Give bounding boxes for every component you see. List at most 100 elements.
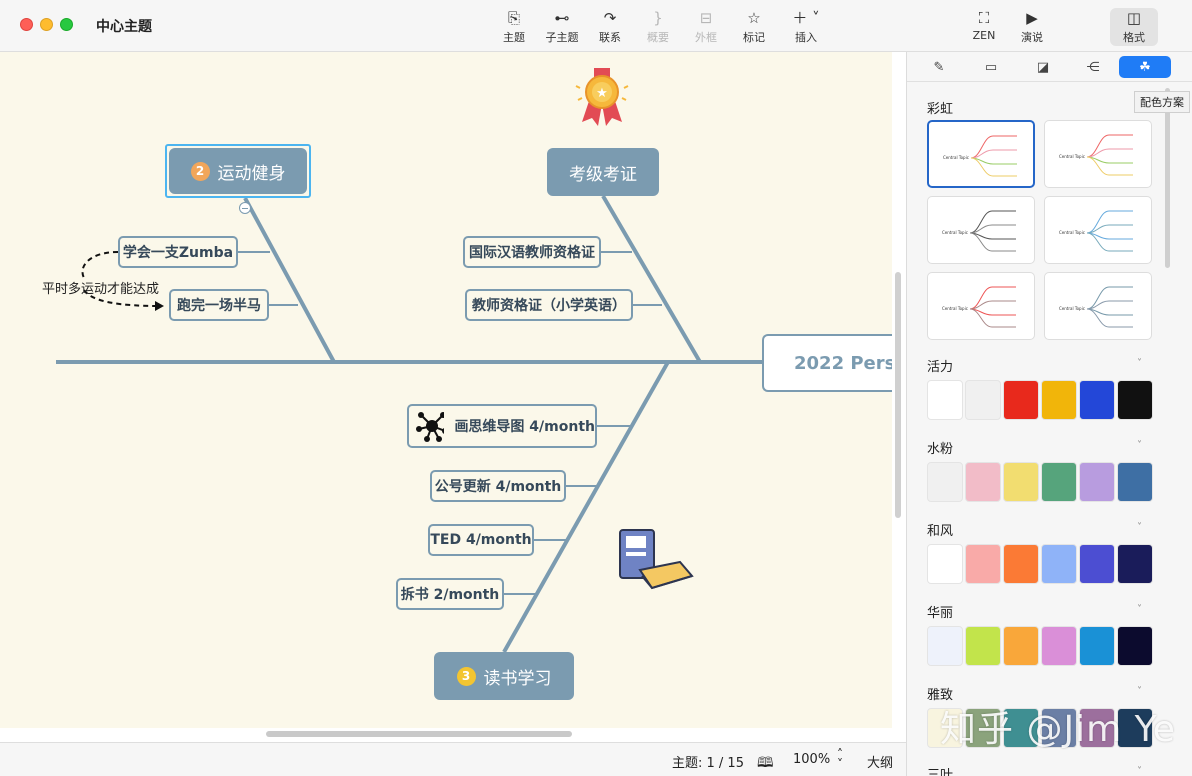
fishbone-lines: ★	[56, 68, 762, 653]
theme-preview	[1086, 134, 1133, 176]
subtopic-button[interactable]: ⊷ 子主题	[538, 8, 586, 46]
theme-card[interactable]: Central Topic	[1044, 272, 1152, 340]
topic-icon: ⎘	[507, 9, 520, 27]
relation-button[interactable]: ↷ 联系	[586, 8, 634, 46]
subtopic-zumba[interactable]: 学会一支Zumba	[118, 236, 238, 268]
summary-button[interactable]: } 概要	[634, 8, 682, 46]
tab-color-scheme[interactable]: ☘	[1119, 56, 1171, 78]
theme-preview-branch	[970, 135, 1017, 159]
mindmap-canvas[interactable]: ★ 2 运动健身 考级考证 3 读书学习 学会一支Zumba 跑完一场半马 平时…	[0, 52, 892, 728]
color-swatch[interactable]	[1079, 380, 1115, 420]
color-swatch[interactable]	[965, 380, 1001, 420]
chevron-down-icon[interactable]: ˅	[1137, 686, 1142, 697]
subtopic-ted[interactable]: TED 4/month	[428, 524, 534, 556]
play-icon: ▶	[1026, 9, 1038, 27]
theme-preview-branch	[1086, 232, 1133, 252]
topic-button[interactable]: ⎘ 主题	[490, 8, 538, 46]
zoom-level[interactable]: 100%	[793, 752, 830, 767]
theme-preview-branch	[1086, 134, 1133, 158]
tab-presentation[interactable]: ▭	[965, 56, 1017, 78]
color-scheme-icon: ☘	[1139, 59, 1151, 75]
close-window-button[interactable]	[20, 18, 33, 31]
central-topic[interactable]: 2022 Personal	[762, 334, 892, 392]
minimize-window-button[interactable]	[40, 18, 53, 31]
main-topic-reading[interactable]: 3 读书学习	[434, 652, 574, 700]
color-swatch[interactable]	[1041, 380, 1077, 420]
theme-preview	[970, 135, 1017, 177]
collapse-toggle[interactable]	[239, 202, 251, 214]
marker-button[interactable]: ☆ 标记	[730, 8, 778, 46]
subtopic-wechat-updates[interactable]: 公号更新 4/month	[430, 470, 566, 502]
color-swatch[interactable]	[927, 462, 963, 502]
color-swatch[interactable]	[1117, 626, 1153, 666]
chevron-down-icon[interactable]: ˅	[1137, 358, 1142, 369]
color-swatch[interactable]	[927, 626, 963, 666]
subtopic-teacher-cert[interactable]: 教师资格证（小学英语）	[465, 289, 633, 321]
chevron-down-icon[interactable]: ˅	[1137, 766, 1142, 776]
tab-structure[interactable]: ⋲	[1067, 56, 1119, 78]
color-swatch[interactable]	[965, 462, 1001, 502]
theme-card[interactable]: Central Topic	[927, 196, 1035, 264]
zoom-window-button[interactable]	[60, 18, 73, 31]
color-swatch[interactable]	[1079, 626, 1115, 666]
color-swatch[interactable]	[1003, 380, 1039, 420]
color-swatch[interactable]	[927, 380, 963, 420]
theme-card[interactable]: Central Topic	[927, 120, 1035, 188]
color-swatch[interactable]	[1003, 462, 1039, 502]
panel-scrollbar[interactable]	[1165, 88, 1170, 268]
zen-button[interactable]: ⛶ ZEN	[960, 8, 1008, 46]
callout-note[interactable]: 平时多运动才能达成	[42, 278, 159, 297]
insert-button[interactable]: ＋ ˅ 插入	[782, 8, 830, 46]
subtopic-chinese-teacher-cert[interactable]: 国际汉语教师资格证	[463, 236, 601, 268]
chevron-down-icon[interactable]: ˅	[1137, 522, 1142, 533]
document-title: 中心主题	[96, 19, 152, 35]
main-topic-certs[interactable]: 考级考证	[547, 148, 659, 196]
app-window: 中心主题 ⎘ 主题 ⊷ 子主题 ↷ 联系 } 概要 ⊟ 外框 ☆ 标记 ＋ ˅ …	[0, 0, 1192, 776]
horizontal-scrollbar[interactable]	[266, 731, 572, 737]
tooltip: 配色方案	[1134, 91, 1190, 113]
theme-preview-branch	[969, 210, 1016, 234]
format-button[interactable]: ◫ 格式	[1110, 8, 1158, 46]
color-swatch[interactable]	[927, 544, 963, 584]
color-swatch[interactable]	[965, 626, 1001, 666]
theme-preview-branch	[970, 157, 1017, 177]
color-swatch[interactable]	[1003, 544, 1039, 584]
present-button[interactable]: ▶ 演说	[1008, 8, 1056, 46]
subtopic-mindmap[interactable]: 画思维导图 4/month	[407, 404, 597, 448]
color-swatch[interactable]	[1003, 626, 1039, 666]
priority-3-icon: 3	[456, 666, 476, 686]
main-topic-fitness[interactable]: 2 运动健身	[169, 148, 307, 194]
theme-card[interactable]: Central Topic	[1044, 120, 1152, 188]
theme-card[interactable]: Central Topic	[927, 272, 1035, 340]
books-icon	[619, 529, 694, 590]
color-swatch[interactable]	[1079, 544, 1115, 584]
theme-preview-branch	[1086, 210, 1133, 234]
color-swatch[interactable]	[1079, 462, 1115, 502]
theme-preview	[969, 286, 1016, 328]
tab-notes[interactable]: ◪	[1017, 56, 1069, 78]
color-swatch[interactable]	[965, 544, 1001, 584]
vertical-scrollbar[interactable]	[895, 272, 901, 518]
color-swatch[interactable]	[1117, 544, 1153, 584]
subtopic-half-marathon[interactable]: 跑完一场半马	[169, 289, 269, 321]
theme-card[interactable]: Central Topic	[1044, 196, 1152, 264]
color-swatch[interactable]	[1117, 380, 1153, 420]
color-swatch[interactable]	[1117, 462, 1153, 502]
chevron-down-icon[interactable]: ˅	[1137, 440, 1142, 451]
chevron-down-icon[interactable]: ˅	[1137, 604, 1142, 615]
map-icon[interactable]: 🕮	[757, 752, 774, 776]
boundary-button[interactable]: ⊟ 外框	[682, 8, 730, 46]
network-icon	[416, 412, 445, 442]
color-swatch[interactable]	[1041, 462, 1077, 502]
color-swatch[interactable]	[1041, 544, 1077, 584]
subtopic-book-notes[interactable]: 拆书 2/month	[396, 578, 504, 610]
section-rainbow: 彩虹	[927, 102, 954, 117]
summary-icon: }	[653, 9, 663, 27]
zoom-stepper-icon[interactable]: ˄ ˅	[837, 748, 843, 770]
theme-preview-branch	[1086, 156, 1133, 176]
tab-style[interactable]: ✎	[913, 56, 965, 78]
watermark: 知乎 @Jim Ye	[940, 709, 1176, 750]
section-third: 三叶	[927, 768, 954, 776]
color-swatch[interactable]	[1041, 626, 1077, 666]
outline-button[interactable]: 大纲	[867, 752, 893, 771]
